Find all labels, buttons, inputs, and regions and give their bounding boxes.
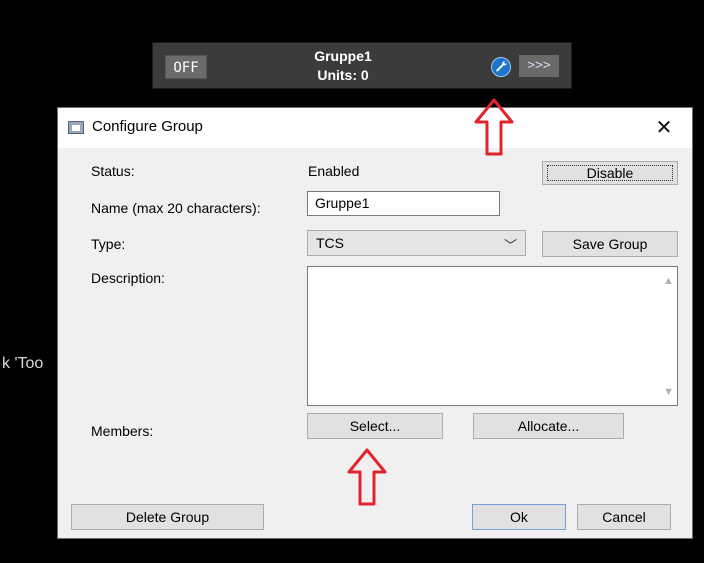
- allocate-button[interactable]: Allocate...: [473, 413, 624, 439]
- more-button[interactable]: >>>: [519, 55, 559, 77]
- right-margin: [704, 0, 722, 563]
- description-textarea[interactable]: ▲ ▼: [307, 266, 678, 406]
- members-label: Members:: [91, 423, 154, 439]
- ok-button[interactable]: Ok: [472, 504, 566, 530]
- dialog-titlebar: Configure Group ✕: [58, 108, 692, 148]
- group-widget: OFF Gruppe1 Units: 0 >>>: [152, 42, 572, 89]
- chevron-down-icon: ﹀: [503, 238, 517, 253]
- type-select[interactable]: TCS ﹀: [307, 230, 526, 256]
- status-label: Status:: [91, 163, 135, 179]
- wrench-icon[interactable]: [491, 57, 511, 77]
- annotation-arrow-up-icon: [474, 98, 514, 156]
- background-partial-text: k 'Too: [2, 355, 44, 372]
- name-input[interactable]: Gruppe1: [307, 191, 500, 216]
- scroll-up-icon[interactable]: ▲: [663, 275, 674, 287]
- description-label: Description:: [91, 270, 165, 286]
- type-selected-value: TCS: [316, 235, 344, 251]
- window-icon: [68, 121, 84, 134]
- type-label: Type:: [91, 236, 126, 252]
- delete-group-button[interactable]: Delete Group: [71, 504, 264, 530]
- annotation-arrow-up-icon: [347, 448, 387, 506]
- description-scrollbar[interactable]: ▲ ▼: [660, 267, 677, 405]
- dialog-title: Configure Group: [92, 118, 203, 135]
- scroll-down-icon[interactable]: ▼: [663, 386, 674, 398]
- cancel-button[interactable]: Cancel: [577, 504, 671, 530]
- disable-button[interactable]: Disable: [542, 161, 678, 185]
- close-icon[interactable]: ✕: [650, 116, 678, 140]
- group-units-label: Units: 0: [317, 67, 369, 83]
- save-group-button[interactable]: Save Group: [542, 231, 678, 257]
- name-label: Name (max 20 characters):: [91, 200, 261, 216]
- group-name-label: Gruppe1: [314, 48, 372, 64]
- off-button[interactable]: OFF: [165, 55, 207, 79]
- select-members-button[interactable]: Select...: [307, 413, 443, 439]
- status-value: Enabled: [308, 163, 360, 179]
